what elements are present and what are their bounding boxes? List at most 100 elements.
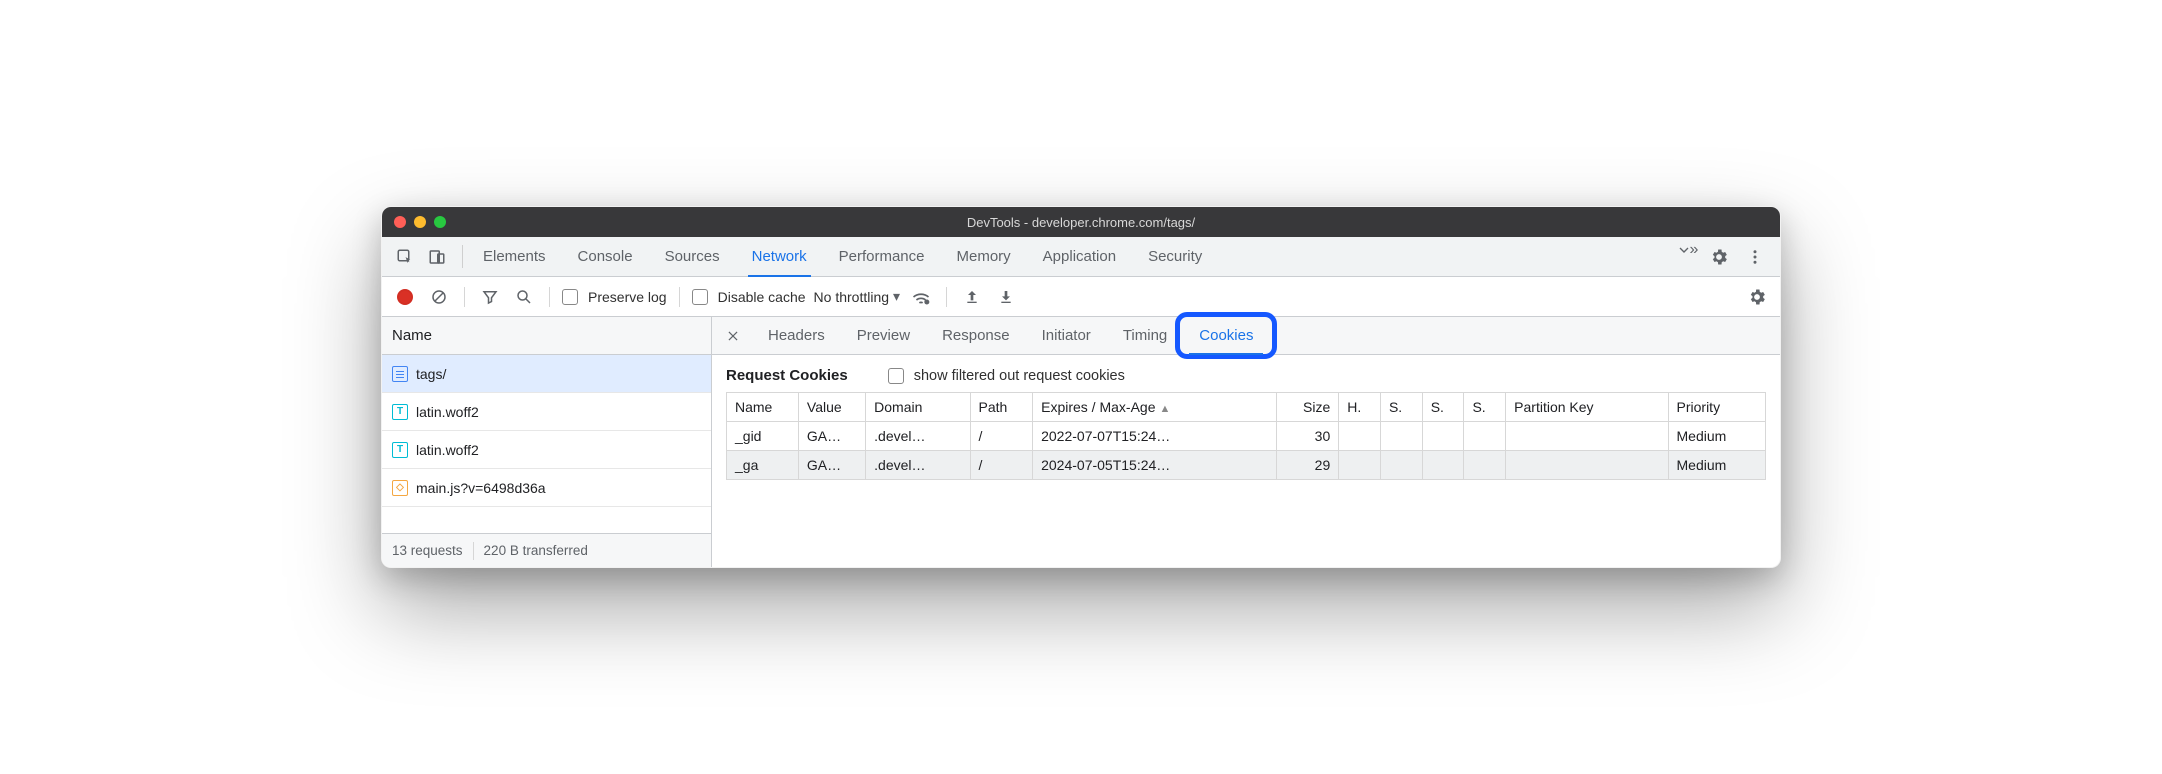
show-filtered-cookies-label: show filtered out request cookies (914, 368, 1125, 384)
sort-indicator-icon: ▲ (1159, 403, 1170, 415)
cookies-column-header[interactable]: S. (1380, 393, 1422, 422)
cookie-cell (1380, 451, 1422, 480)
request-cookies-title: Request Cookies (726, 367, 848, 384)
tab-memory[interactable]: Memory (941, 237, 1027, 276)
preserve-log-checkbox[interactable]: Preserve log (562, 289, 667, 305)
close-window-button[interactable] (394, 216, 406, 228)
cookie-cell: 2022-07-07T15:24… (1033, 422, 1277, 451)
device-toolbar-icon[interactable] (424, 244, 450, 270)
show-filtered-cookies-checkbox[interactable]: show filtered out request cookies (888, 368, 1125, 384)
request-name: latin.woff2 (416, 442, 479, 458)
close-details-button[interactable] (716, 317, 750, 354)
font-icon: T (392, 442, 408, 458)
cookie-cell (1422, 451, 1464, 480)
detail-tab-headers[interactable]: Headers (752, 317, 841, 354)
cookies-column-header[interactable]: Value (798, 393, 865, 422)
cookies-column-header[interactable]: Expires / Max-Age▲ (1033, 393, 1277, 422)
detail-tab-response[interactable]: Response (926, 317, 1026, 354)
request-name: main.js?v=6498d36a (416, 480, 546, 496)
window-titlebar: DevTools - developer.chrome.com/tags/ (382, 207, 1780, 237)
cookies-column-header[interactable]: Priority (1668, 393, 1765, 422)
disable-cache-label: Disable cache (718, 289, 806, 305)
cookie-cell (1380, 422, 1422, 451)
cookies-column-header[interactable]: Path (970, 393, 1033, 422)
cookie-cell: 30 (1276, 422, 1339, 451)
cookies-panel: Request Cookies show filtered out reques… (712, 355, 1780, 480)
cookies-column-header[interactable]: Size (1276, 393, 1339, 422)
cookie-cell (1339, 451, 1381, 480)
cookie-cell (1422, 422, 1464, 451)
cookies-table: NameValueDomainPathExpires / Max-Age▲Siz… (726, 392, 1766, 480)
minimize-window-button[interactable] (414, 216, 426, 228)
cookie-cell: GA… (798, 422, 865, 451)
network-toolbar: Preserve log Disable cache No throttling… (382, 277, 1780, 317)
cookies-column-header[interactable]: Partition Key (1506, 393, 1668, 422)
settings-gear-icon[interactable] (1706, 244, 1732, 270)
cookies-column-header[interactable]: Domain (866, 393, 970, 422)
request-list-header[interactable]: Name (382, 317, 711, 355)
tab-security[interactable]: Security (1132, 237, 1218, 276)
clear-button[interactable] (426, 284, 452, 310)
detail-tabstrip: HeadersPreviewResponseInitiatorTimingCoo… (712, 317, 1780, 355)
font-icon: T (392, 404, 408, 420)
preserve-log-label: Preserve log (588, 289, 667, 305)
more-tabs-chevron-icon[interactable]: » (1674, 237, 1700, 263)
cookies-column-header[interactable]: S. (1422, 393, 1464, 422)
request-detail-pane: HeadersPreviewResponseInitiatorTimingCoo… (712, 317, 1780, 567)
script-icon: ◇ (392, 480, 408, 496)
cookie-row[interactable]: _gidGA….devel…/2022-07-07T15:24…30 Medium (727, 422, 1766, 451)
main-tabstrip: ElementsConsoleSourcesNetworkPerformance… (382, 237, 1780, 277)
network-split-view: Name tags/Tlatin.woff2Tlatin.woff2◇main.… (382, 317, 1780, 567)
detail-tab-initiator[interactable]: Initiator (1026, 317, 1107, 354)
request-row[interactable]: tags/ (382, 355, 711, 393)
maximize-window-button[interactable] (434, 216, 446, 228)
cookie-cell: _gid (727, 422, 799, 451)
cookie-cell: GA… (798, 451, 865, 480)
download-har-icon[interactable] (993, 284, 1019, 310)
tab-performance[interactable]: Performance (823, 237, 941, 276)
search-icon[interactable] (511, 284, 537, 310)
document-icon (392, 366, 408, 382)
cookie-cell (1506, 451, 1668, 480)
devtools-window: DevTools - developer.chrome.com/tags/ El… (381, 206, 1781, 568)
cookie-cell: Medium (1668, 422, 1765, 451)
cookie-row[interactable]: _gaGA….devel…/2024-07-05T15:24…29 Medium (727, 451, 1766, 480)
detail-tab-cookies[interactable]: Cookies (1183, 317, 1269, 354)
inspect-element-icon[interactable] (392, 244, 418, 270)
cookie-cell: _ga (727, 451, 799, 480)
tab-console[interactable]: Console (562, 237, 649, 276)
tab-elements[interactable]: Elements (467, 237, 562, 276)
cookie-cell: 2024-07-05T15:24… (1033, 451, 1277, 480)
cookie-cell (1464, 422, 1506, 451)
tab-network[interactable]: Network (736, 237, 823, 276)
detail-tab-preview[interactable]: Preview (841, 317, 926, 354)
request-row[interactable]: Tlatin.woff2 (382, 431, 711, 469)
cookies-column-header[interactable]: Name (727, 393, 799, 422)
upload-har-icon[interactable] (959, 284, 985, 310)
throttling-dropdown[interactable]: No throttling ▾ (814, 288, 901, 305)
window-title: DevTools - developer.chrome.com/tags/ (382, 215, 1780, 230)
request-row[interactable]: Tlatin.woff2 (382, 393, 711, 431)
throttling-label: No throttling (814, 289, 889, 305)
record-button[interactable] (392, 284, 418, 310)
cookie-cell: / (970, 451, 1033, 480)
filter-icon[interactable] (477, 284, 503, 310)
kebab-menu-icon[interactable] (1742, 244, 1768, 270)
network-settings-gear-icon[interactable] (1744, 284, 1770, 310)
cookie-cell: .devel… (866, 451, 970, 480)
request-row[interactable]: ◇ main.js?v=6498d36a (382, 469, 711, 507)
cookie-cell: / (970, 422, 1033, 451)
disable-cache-checkbox[interactable]: Disable cache (692, 289, 806, 305)
tab-sources[interactable]: Sources (649, 237, 736, 276)
request-list-pane: Name tags/Tlatin.woff2Tlatin.woff2◇main.… (382, 317, 712, 567)
cookie-cell: 29 (1276, 451, 1339, 480)
cookie-cell: .devel… (866, 422, 970, 451)
request-name: latin.woff2 (416, 404, 479, 420)
cookies-column-header[interactable]: H. (1339, 393, 1381, 422)
cookies-column-header[interactable]: S. (1464, 393, 1506, 422)
request-name: tags/ (416, 366, 446, 382)
network-conditions-icon[interactable] (908, 284, 934, 310)
cookie-cell: Medium (1668, 451, 1765, 480)
tab-application[interactable]: Application (1027, 237, 1132, 276)
detail-tab-timing[interactable]: Timing (1107, 317, 1183, 354)
